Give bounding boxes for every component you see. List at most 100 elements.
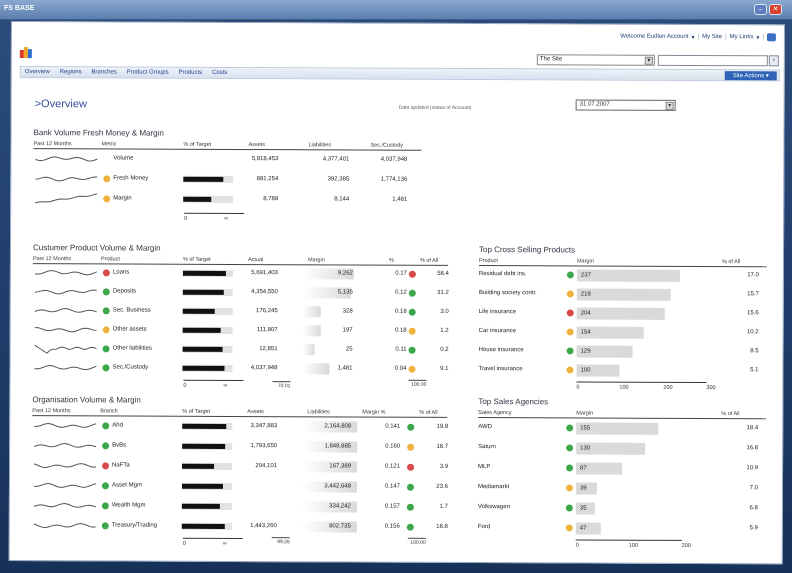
target-bar-fill: [181, 503, 221, 509]
search-input[interactable]: [657, 54, 768, 67]
margin-bar: [302, 344, 315, 356]
status-dot: [408, 308, 416, 316]
margin-bar: 39: [575, 482, 597, 495]
target-bar-fill: [181, 523, 225, 529]
target-bar: [182, 307, 233, 315]
pct-of-all-value: 9.1: [440, 365, 449, 372]
top-nav: Overview Regions Branches Product Groups…: [19, 66, 780, 82]
search-icon[interactable]: ⌕: [768, 55, 779, 67]
pct-of-all-value: 18.8: [436, 523, 448, 530]
pct-value: 0.11: [395, 346, 407, 353]
column-header: Assets: [248, 142, 265, 149]
status-dot: [408, 270, 416, 278]
status-dot: [566, 309, 574, 317]
status-dot: [408, 346, 416, 354]
pct-of-all-value: 10.9: [746, 465, 759, 472]
table-row: Building society contr. 218 15.7: [479, 286, 767, 302]
sparkline-path: [33, 503, 96, 508]
sparkline: [34, 463, 97, 468]
table-row: Saturn 130 16.8: [478, 440, 766, 456]
minimize-button[interactable]: –: [754, 4, 767, 15]
status-dot: [566, 464, 574, 472]
pct-of-all-value: 58.4: [437, 270, 449, 277]
column-header: % of Target: [182, 256, 211, 263]
pct-of-all-value: 18.4: [746, 425, 759, 432]
column-header: % of All: [419, 257, 439, 264]
table-row: Other assets 111,807 197 0.18 1.2: [33, 322, 453, 339]
agency-label: Saturn: [478, 444, 496, 451]
site-select[interactable]: The Site ▼: [536, 54, 655, 66]
close-button[interactable]: ✕: [769, 4, 782, 15]
sparkline: [34, 289, 97, 295]
axis-line: [183, 379, 244, 382]
org-title: Organisation Volume & Margin: [32, 395, 141, 405]
column-header: %: [388, 257, 394, 264]
table-row: Deposits 4,354,550 5,135 0.12 31.2: [33, 284, 453, 301]
axis-tick-label: 100: [628, 542, 638, 549]
org-header: Past 12 Months Branch % of Target Assets Lia…: [32, 407, 448, 418]
column-header: Product: [478, 258, 498, 265]
status-dot: [566, 290, 574, 298]
margin-bar: 218: [576, 288, 672, 301]
actual-value: 111,807: [256, 327, 278, 334]
target-bar-fill: [182, 308, 216, 314]
table-row: Asset Mgm 3,442,648 0.147 23.6: [32, 478, 452, 495]
margin-value: 5,135: [337, 289, 353, 296]
axis-line: [184, 212, 245, 215]
tab-costs[interactable]: Costs: [208, 68, 231, 78]
status-dot: [566, 328, 574, 336]
margin-value: 218: [580, 291, 591, 298]
table-row: Sec. Business 176,245 328 0.18 3.0: [33, 303, 453, 320]
chevron-down-icon[interactable]: ▾: [756, 34, 759, 41]
column-header: Liabilities: [307, 409, 330, 416]
sparkline: [35, 193, 98, 204]
chevron-down-icon[interactable]: ▼: [644, 56, 653, 65]
tab-product-groups[interactable]: Product Groups: [123, 67, 173, 77]
my-site-link[interactable]: My Site: [702, 34, 722, 40]
liabilities-value: 3,442,648: [324, 483, 351, 490]
target-bar-fill: [182, 423, 227, 429]
assets-value: 1,443,260: [250, 523, 277, 530]
tab-branches[interactable]: Branches: [87, 67, 120, 77]
status-dot: [101, 502, 109, 510]
margin-bar: 100: [576, 364, 620, 377]
status-dot: [102, 345, 110, 353]
liabilities-value: 1,848,885: [324, 443, 352, 450]
tab-products[interactable]: Products: [174, 68, 206, 78]
liabilities-value: 334,242: [329, 503, 351, 510]
sparkline-path: [34, 364, 97, 371]
bank-header: Past 12 Months Metric % of Target Assets Lia…: [33, 140, 422, 151]
status-dot: [407, 423, 415, 431]
help-icon[interactable]: [766, 33, 776, 42]
my-links-menu[interactable]: My Links: [730, 34, 754, 40]
status-dot: [102, 288, 110, 296]
target-bar-fill: [182, 443, 225, 449]
margin-pct-value: 0.141: [385, 423, 401, 430]
table-row: Volkswagen 35 6.8: [478, 500, 766, 516]
tab-regions[interactable]: Regions: [56, 67, 86, 77]
margin-bar: 87: [576, 462, 623, 475]
target-bar: [181, 522, 232, 530]
actual-value: 4,037,948: [250, 365, 278, 372]
column-header: Past 12 Months: [32, 256, 72, 263]
customer-total: 100.00: [408, 379, 427, 388]
agency-label: Volkswagen: [477, 504, 510, 511]
chevron-down-icon[interactable]: ▼: [665, 101, 674, 110]
tab-overview[interactable]: Overview: [21, 67, 54, 77]
welcome-menu[interactable]: Welcome Eudlen Account: [620, 34, 688, 40]
status-dot: [565, 504, 573, 512]
target-bar: [182, 364, 233, 372]
branch-label: Ahd: [112, 422, 123, 429]
product-label: Travel insurance: [478, 366, 523, 373]
column-header: Actual: [247, 257, 264, 264]
pct-of-all-value: 31.2: [437, 289, 449, 296]
pct-value: 0.04: [394, 365, 407, 372]
agency-label: AWD: [478, 424, 493, 431]
pct-of-all-value: 1.2: [440, 327, 449, 334]
browser-window: Welcome Eudlen Account ▾ | My Site | My L…: [8, 21, 785, 565]
column-header: Metric: [101, 141, 117, 148]
chevron-down-icon[interactable]: ▾: [692, 33, 695, 40]
axis-tick-label: ∞: [223, 382, 228, 389]
date-select[interactable]: 31.07.2007 ▼: [575, 99, 676, 111]
site-actions-button[interactable]: Site Actions ▾: [724, 71, 777, 81]
